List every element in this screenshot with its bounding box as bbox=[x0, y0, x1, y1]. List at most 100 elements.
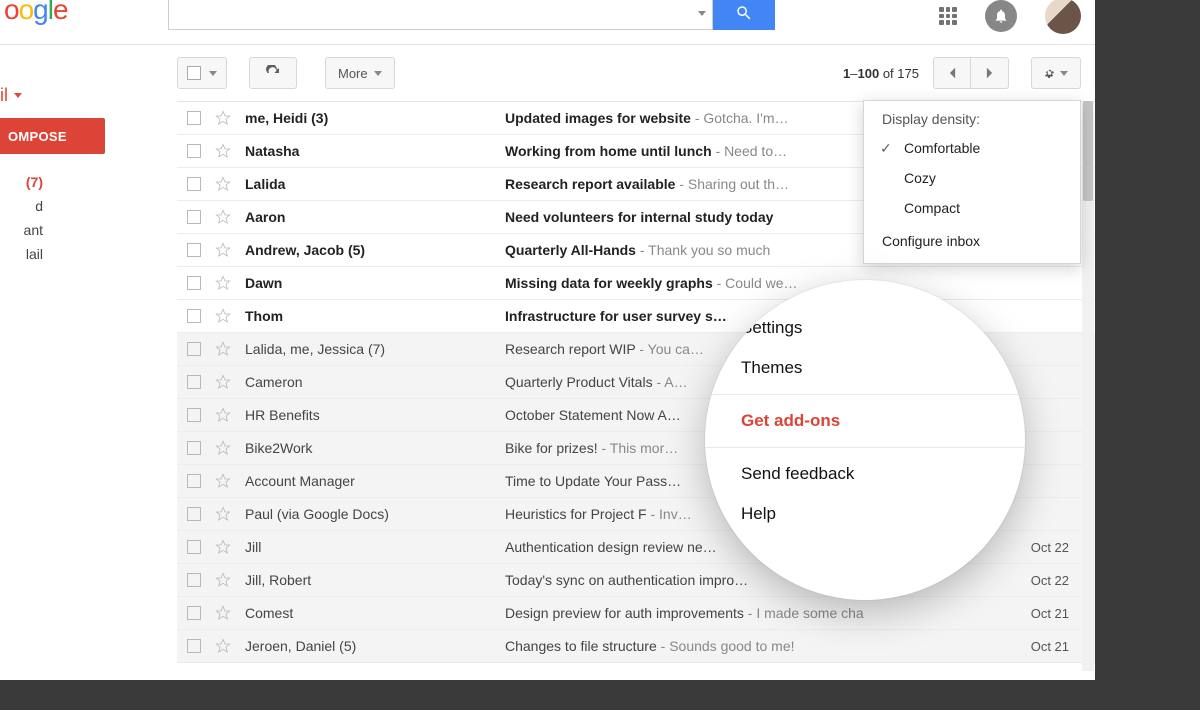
star-icon[interactable] bbox=[215, 242, 231, 258]
scrollbar[interactable] bbox=[1082, 101, 1094, 671]
notifications-button[interactable] bbox=[985, 0, 1017, 32]
menu-get-addons[interactable]: Get add-ons bbox=[705, 401, 1025, 441]
row-sender: Jill bbox=[245, 539, 505, 555]
menu-themes[interactable]: Themes bbox=[705, 348, 1025, 388]
row-sender: Jill, Robert bbox=[245, 572, 505, 588]
row-sender: Comest bbox=[245, 605, 505, 621]
gmail-brand[interactable]: il bbox=[0, 85, 105, 118]
message-row[interactable]: ComestDesign preview for auth improvemen… bbox=[177, 597, 1095, 630]
row-checkbox[interactable] bbox=[187, 111, 201, 125]
row-subject: October Statement Now A… bbox=[505, 407, 681, 423]
sidebar-item-1[interactable]: d bbox=[0, 194, 43, 218]
star-icon[interactable] bbox=[215, 110, 231, 126]
sidebar-item-0[interactable]: (7) bbox=[0, 170, 43, 194]
scrollbar-thumb[interactable] bbox=[1083, 101, 1093, 201]
row-checkbox[interactable] bbox=[187, 507, 201, 521]
density-option-cozy[interactable]: Cozy bbox=[864, 163, 1080, 193]
dropdown-header: Display density: bbox=[864, 101, 1080, 133]
google-logo[interactable]: oogle bbox=[0, 0, 68, 26]
row-subject: Quarterly All-Hands bbox=[505, 242, 636, 258]
row-sender: Jeroen, Daniel (5) bbox=[245, 638, 505, 654]
mail-toolbar: More 1–100 of 175 bbox=[0, 45, 1095, 101]
row-snippet: - This mor… bbox=[598, 440, 679, 456]
star-icon[interactable] bbox=[215, 605, 231, 621]
row-sender: me, Heidi (3) bbox=[245, 110, 505, 126]
row-subject: Heuristics for Project F bbox=[505, 506, 647, 522]
toolbar-right: 1–100 of 175 bbox=[843, 57, 1081, 89]
row-checkbox[interactable] bbox=[187, 177, 201, 191]
chevron-left-icon bbox=[948, 66, 957, 80]
row-checkbox[interactable] bbox=[187, 144, 201, 158]
row-checkbox[interactable] bbox=[187, 309, 201, 323]
row-checkbox[interactable] bbox=[187, 606, 201, 620]
sidebar-item-2[interactable]: ant bbox=[0, 218, 43, 242]
row-snippet: - Need to… bbox=[712, 143, 787, 159]
menu-help[interactable]: Help bbox=[705, 494, 1025, 534]
star-icon[interactable] bbox=[215, 176, 231, 192]
app-header: oogle bbox=[0, 0, 1095, 45]
row-subject: Research report available bbox=[505, 176, 675, 192]
message-row[interactable]: DawnMissing data for weekly graphs - Cou… bbox=[177, 267, 1095, 300]
refresh-button[interactable] bbox=[249, 57, 297, 89]
row-checkbox[interactable] bbox=[187, 474, 201, 488]
row-sender: Thom bbox=[245, 308, 505, 324]
row-checkbox[interactable] bbox=[187, 243, 201, 257]
row-checkbox[interactable] bbox=[187, 441, 201, 455]
row-checkbox[interactable] bbox=[187, 540, 201, 554]
pager-prev-button[interactable] bbox=[933, 57, 971, 89]
header-actions bbox=[939, 0, 1081, 34]
menu-send-feedback[interactable]: Send feedback bbox=[705, 454, 1025, 494]
row-checkbox[interactable] bbox=[187, 573, 201, 587]
more-button[interactable]: More bbox=[325, 57, 395, 89]
star-icon[interactable] bbox=[215, 341, 231, 357]
row-subject: Research report WIP bbox=[505, 341, 635, 357]
star-icon[interactable] bbox=[215, 209, 231, 225]
pager-text: 1–100 of 175 bbox=[843, 66, 919, 81]
star-icon[interactable] bbox=[215, 275, 231, 291]
pager-next-button[interactable] bbox=[971, 57, 1009, 89]
row-sender: Cameron bbox=[245, 374, 505, 390]
star-icon[interactable] bbox=[215, 440, 231, 456]
star-icon[interactable] bbox=[215, 407, 231, 423]
row-sender: Natasha bbox=[245, 143, 505, 159]
row-snippet: - Sharing out th… bbox=[675, 176, 789, 192]
row-date: Oct 21 bbox=[1031, 639, 1069, 654]
row-subject: Working from home until lunch bbox=[505, 143, 712, 159]
row-snippet: - You ca… bbox=[635, 341, 704, 357]
row-checkbox[interactable] bbox=[187, 276, 201, 290]
row-checkbox[interactable] bbox=[187, 408, 201, 422]
row-checkbox[interactable] bbox=[187, 210, 201, 224]
row-checkbox[interactable] bbox=[187, 342, 201, 356]
sidebar-folders: (7)dantlail bbox=[0, 170, 105, 266]
gmail-window: oogle More bbox=[0, 0, 1095, 680]
compose-button[interactable]: OMPOSE bbox=[0, 118, 105, 154]
star-icon[interactable] bbox=[215, 506, 231, 522]
star-icon[interactable] bbox=[215, 539, 231, 555]
settings-button[interactable] bbox=[1031, 57, 1081, 89]
star-icon[interactable] bbox=[215, 473, 231, 489]
density-option-compact[interactable]: Compact bbox=[864, 193, 1080, 223]
more-label: More bbox=[338, 66, 368, 81]
configure-inbox-item[interactable]: Configure inbox bbox=[864, 223, 1080, 253]
row-checkbox[interactable] bbox=[187, 639, 201, 653]
avatar[interactable] bbox=[1045, 0, 1081, 34]
star-icon[interactable] bbox=[215, 638, 231, 654]
star-icon[interactable] bbox=[215, 143, 231, 159]
row-subject: Missing data for weekly graphs bbox=[505, 275, 713, 291]
row-subject: Design preview for auth improvements bbox=[505, 605, 744, 621]
search-options-caret-icon[interactable] bbox=[698, 11, 706, 16]
message-row[interactable]: Jeroen, Daniel (5)Changes to file struct… bbox=[177, 630, 1095, 663]
select-all-button[interactable] bbox=[177, 57, 227, 89]
star-icon[interactable] bbox=[215, 374, 231, 390]
row-date: Oct 22 bbox=[1031, 573, 1069, 588]
caret-down-icon bbox=[209, 71, 217, 76]
star-icon[interactable] bbox=[215, 308, 231, 324]
apps-grid-icon[interactable] bbox=[939, 7, 957, 25]
row-checkbox[interactable] bbox=[187, 375, 201, 389]
star-icon[interactable] bbox=[215, 572, 231, 588]
search-input[interactable] bbox=[168, 0, 713, 30]
search-button[interactable] bbox=[713, 0, 775, 30]
row-snippet: - I made some cha bbox=[744, 605, 864, 621]
sidebar-item-3[interactable]: lail bbox=[0, 242, 43, 266]
density-option-comfortable[interactable]: Comfortable bbox=[864, 133, 1080, 163]
